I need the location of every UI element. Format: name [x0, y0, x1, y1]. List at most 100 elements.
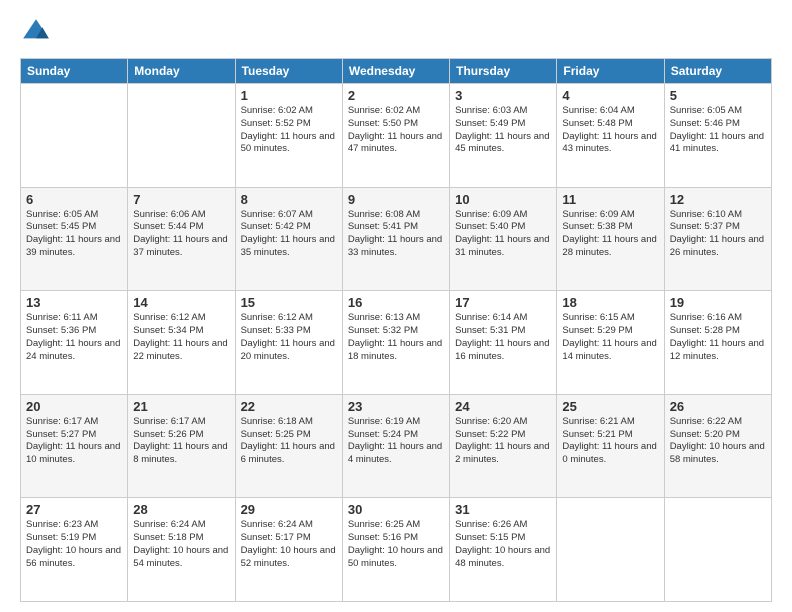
- day-info: Sunrise: 6:24 AM Sunset: 5:18 PM Dayligh…: [133, 519, 229, 570]
- day-info: Sunrise: 6:02 AM Sunset: 5:50 PM Dayligh…: [348, 105, 444, 156]
- day-info: Sunrise: 6:12 AM Sunset: 5:34 PM Dayligh…: [133, 312, 229, 363]
- calendar-cell: [664, 498, 771, 602]
- day-number: 24: [455, 399, 551, 414]
- day-number: 29: [241, 502, 337, 517]
- day-info: Sunrise: 6:21 AM Sunset: 5:21 PM Dayligh…: [562, 416, 658, 467]
- calendar-cell: 18 Sunrise: 6:15 AM Sunset: 5:29 PM Dayli…: [557, 291, 664, 395]
- weekday-header-monday: Monday: [128, 59, 235, 84]
- day-number: 1: [241, 88, 337, 103]
- calendar-cell: 6 Sunrise: 6:05 AM Sunset: 5:45 PM Daylig…: [21, 187, 128, 291]
- day-info: Sunrise: 6:26 AM Sunset: 5:15 PM Dayligh…: [455, 519, 551, 570]
- day-number: 18: [562, 295, 658, 310]
- calendar-cell: 4Sunrise: 6:04 AM Sunset: 5:48 PM Daylig…: [557, 84, 664, 188]
- day-number: 5: [670, 88, 766, 103]
- calendar-cell: 14 Sunrise: 6:12 AM Sunset: 5:34 PM Dayli…: [128, 291, 235, 395]
- page: SundayMondayTuesdayWednesdayThursdayFrid…: [0, 0, 792, 612]
- weekday-header-friday: Friday: [557, 59, 664, 84]
- calendar-cell: 13Sunrise: 6:11 AM Sunset: 5:36 PM Dayli…: [21, 291, 128, 395]
- day-info: Sunrise: 6:09 AM Sunset: 5:38 PM Dayligh…: [562, 209, 658, 260]
- weekday-header-thursday: Thursday: [450, 59, 557, 84]
- day-number: 10: [455, 192, 551, 207]
- day-number: 28: [133, 502, 229, 517]
- day-info: Sunrise: 6:10 AM Sunset: 5:37 PM Dayligh…: [670, 209, 766, 260]
- calendar-cell: 29 Sunrise: 6:24 AM Sunset: 5:17 PM Dayli…: [235, 498, 342, 602]
- week-row-3: 13Sunrise: 6:11 AM Sunset: 5:36 PM Dayli…: [21, 291, 772, 395]
- week-row-1: 1 Sunrise: 6:02 AM Sunset: 5:52 PM Daylig…: [21, 84, 772, 188]
- weekday-header-tuesday: Tuesday: [235, 59, 342, 84]
- day-number: 22: [241, 399, 337, 414]
- day-number: 14: [133, 295, 229, 310]
- day-number: 15: [241, 295, 337, 310]
- calendar-cell: 25Sunrise: 6:21 AM Sunset: 5:21 PM Dayli…: [557, 394, 664, 498]
- calendar-cell: 8Sunrise: 6:07 AM Sunset: 5:42 PM Daylig…: [235, 187, 342, 291]
- calendar-cell: 19Sunrise: 6:16 AM Sunset: 5:28 PM Dayli…: [664, 291, 771, 395]
- calendar-cell: 7Sunrise: 6:06 AM Sunset: 5:44 PM Daylig…: [128, 187, 235, 291]
- day-info: Sunrise: 6:07 AM Sunset: 5:42 PM Dayligh…: [241, 209, 337, 260]
- calendar-cell: 15Sunrise: 6:12 AM Sunset: 5:33 PM Dayli…: [235, 291, 342, 395]
- calendar-cell: 5 Sunrise: 6:05 AM Sunset: 5:46 PM Daylig…: [664, 84, 771, 188]
- day-info: Sunrise: 6:03 AM Sunset: 5:49 PM Dayligh…: [455, 105, 551, 156]
- weekday-header-sunday: Sunday: [21, 59, 128, 84]
- calendar-cell: 10 Sunrise: 6:09 AM Sunset: 5:40 PM Dayli…: [450, 187, 557, 291]
- day-info: Sunrise: 6:19 AM Sunset: 5:24 PM Dayligh…: [348, 416, 444, 467]
- calendar-cell: 21Sunrise: 6:17 AM Sunset: 5:26 PM Dayli…: [128, 394, 235, 498]
- day-info: Sunrise: 6:24 AM Sunset: 5:17 PM Dayligh…: [241, 519, 337, 570]
- calendar-cell: 2 Sunrise: 6:02 AM Sunset: 5:50 PM Daylig…: [342, 84, 449, 188]
- calendar-cell: [128, 84, 235, 188]
- day-number: 9: [348, 192, 444, 207]
- day-info: Sunrise: 6:20 AM Sunset: 5:22 PM Dayligh…: [455, 416, 551, 467]
- header: [20, 16, 772, 48]
- day-info: Sunrise: 6:17 AM Sunset: 5:26 PM Dayligh…: [133, 416, 229, 467]
- day-number: 27: [26, 502, 122, 517]
- day-info: Sunrise: 6:13 AM Sunset: 5:32 PM Dayligh…: [348, 312, 444, 363]
- day-info: Sunrise: 6:02 AM Sunset: 5:52 PM Dayligh…: [241, 105, 337, 156]
- calendar-cell: [557, 498, 664, 602]
- day-number: 6: [26, 192, 122, 207]
- logo-icon: [20, 16, 52, 48]
- calendar-cell: 30 Sunrise: 6:25 AM Sunset: 5:16 PM Dayli…: [342, 498, 449, 602]
- calendar-cell: 22Sunrise: 6:18 AM Sunset: 5:25 PM Dayli…: [235, 394, 342, 498]
- calendar-cell: 28 Sunrise: 6:24 AM Sunset: 5:18 PM Dayli…: [128, 498, 235, 602]
- day-number: 13: [26, 295, 122, 310]
- logo: [20, 16, 56, 48]
- day-info: Sunrise: 6:05 AM Sunset: 5:46 PM Dayligh…: [670, 105, 766, 156]
- day-number: 7: [133, 192, 229, 207]
- day-number: 30: [348, 502, 444, 517]
- day-info: Sunrise: 6:14 AM Sunset: 5:31 PM Dayligh…: [455, 312, 551, 363]
- day-info: Sunrise: 6:23 AM Sunset: 5:19 PM Dayligh…: [26, 519, 122, 570]
- calendar-cell: [21, 84, 128, 188]
- calendar-cell: 17Sunrise: 6:14 AM Sunset: 5:31 PM Dayli…: [450, 291, 557, 395]
- day-number: 2: [348, 88, 444, 103]
- calendar-cell: 24 Sunrise: 6:20 AM Sunset: 5:22 PM Dayli…: [450, 394, 557, 498]
- week-row-2: 6 Sunrise: 6:05 AM Sunset: 5:45 PM Daylig…: [21, 187, 772, 291]
- day-number: 26: [670, 399, 766, 414]
- weekday-header-wednesday: Wednesday: [342, 59, 449, 84]
- day-info: Sunrise: 6:22 AM Sunset: 5:20 PM Dayligh…: [670, 416, 766, 467]
- calendar-cell: 23 Sunrise: 6:19 AM Sunset: 5:24 PM Dayli…: [342, 394, 449, 498]
- calendar-cell: 26 Sunrise: 6:22 AM Sunset: 5:20 PM Dayli…: [664, 394, 771, 498]
- day-info: Sunrise: 6:09 AM Sunset: 5:40 PM Dayligh…: [455, 209, 551, 260]
- day-number: 19: [670, 295, 766, 310]
- day-info: Sunrise: 6:08 AM Sunset: 5:41 PM Dayligh…: [348, 209, 444, 260]
- calendar-cell: 1 Sunrise: 6:02 AM Sunset: 5:52 PM Daylig…: [235, 84, 342, 188]
- day-info: Sunrise: 6:25 AM Sunset: 5:16 PM Dayligh…: [348, 519, 444, 570]
- week-row-4: 20Sunrise: 6:17 AM Sunset: 5:27 PM Dayli…: [21, 394, 772, 498]
- day-number: 31: [455, 502, 551, 517]
- calendar-cell: 9 Sunrise: 6:08 AM Sunset: 5:41 PM Daylig…: [342, 187, 449, 291]
- day-info: Sunrise: 6:15 AM Sunset: 5:29 PM Dayligh…: [562, 312, 658, 363]
- calendar-cell: 16 Sunrise: 6:13 AM Sunset: 5:32 PM Dayli…: [342, 291, 449, 395]
- calendar-cell: 12 Sunrise: 6:10 AM Sunset: 5:37 PM Dayli…: [664, 187, 771, 291]
- day-number: 11: [562, 192, 658, 207]
- day-number: 20: [26, 399, 122, 414]
- calendar: SundayMondayTuesdayWednesdayThursdayFrid…: [20, 58, 772, 602]
- day-number: 23: [348, 399, 444, 414]
- weekday-header-row: SundayMondayTuesdayWednesdayThursdayFrid…: [21, 59, 772, 84]
- day-number: 16: [348, 295, 444, 310]
- day-info: Sunrise: 6:04 AM Sunset: 5:48 PM Dayligh…: [562, 105, 658, 156]
- day-number: 12: [670, 192, 766, 207]
- week-row-5: 27 Sunrise: 6:23 AM Sunset: 5:19 PM Dayli…: [21, 498, 772, 602]
- calendar-cell: 20Sunrise: 6:17 AM Sunset: 5:27 PM Dayli…: [21, 394, 128, 498]
- day-info: Sunrise: 6:05 AM Sunset: 5:45 PM Dayligh…: [26, 209, 122, 260]
- calendar-cell: 3Sunrise: 6:03 AM Sunset: 5:49 PM Daylig…: [450, 84, 557, 188]
- weekday-header-saturday: Saturday: [664, 59, 771, 84]
